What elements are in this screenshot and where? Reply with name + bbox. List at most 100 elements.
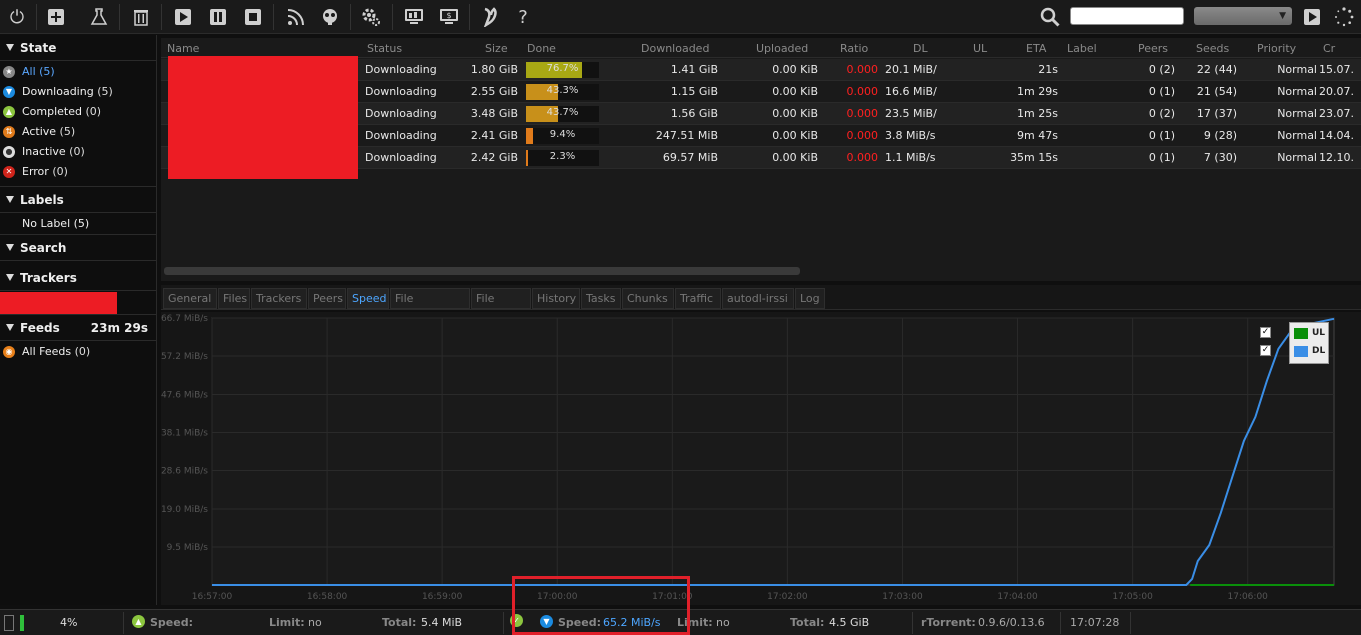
- cell-uploaded: 0.00 KiB: [772, 85, 818, 98]
- labels-header[interactable]: Labels: [0, 187, 156, 213]
- tab-history[interactable]: History: [532, 288, 580, 309]
- cell-seeds: 7 (30): [1203, 151, 1237, 164]
- search-engine-select[interactable]: ▼: [1194, 7, 1292, 25]
- state-label: All: [22, 65, 36, 78]
- column-header-size[interactable]: Size: [485, 42, 508, 55]
- logo-icon[interactable]: [477, 3, 505, 31]
- column-header-done[interactable]: Done: [527, 42, 556, 55]
- state-count: (0): [85, 105, 102, 118]
- ul-series-checkbox[interactable]: ✓: [1260, 327, 1271, 338]
- trash-icon[interactable]: [127, 3, 155, 31]
- column-header-ratio[interactable]: Ratio: [840, 42, 868, 55]
- plugin-icon[interactable]: [316, 3, 344, 31]
- column-header-priority[interactable]: Priority: [1257, 42, 1296, 55]
- state-title: State: [20, 41, 57, 55]
- cell-dl: 3.8 MiB/s: [885, 129, 936, 142]
- state-item-all[interactable]: ★ All (5): [0, 62, 156, 82]
- cell-ratio: 0.000: [846, 107, 879, 120]
- column-header-dl[interactable]: DL: [913, 42, 928, 55]
- state-item-downloading[interactable]: ▼ Downloading (5): [0, 82, 156, 102]
- pause-icon[interactable]: [204, 3, 232, 31]
- cell-eta: 1m 25s: [1017, 107, 1058, 120]
- monitor-alt-icon[interactable]: $: [435, 3, 463, 31]
- add-icon[interactable]: [42, 3, 70, 31]
- play-icon[interactable]: [169, 3, 197, 31]
- tab-file-manager[interactable]: File Manager: [390, 288, 470, 325]
- redacted-tracker[interactable]: [0, 292, 117, 314]
- flask-icon[interactable]: [85, 3, 113, 31]
- ul-speed-label: Speed:: [150, 616, 193, 629]
- progress-percent: 9.4%: [549, 129, 576, 140]
- horizontal-scrollbar[interactable]: [164, 267, 800, 275]
- state-item-active[interactable]: ⇅ Active (5): [0, 122, 156, 142]
- cell-status: Downloading: [365, 151, 437, 164]
- column-header-downloaded[interactable]: Downloaded: [641, 42, 709, 55]
- legend-label-dl: DL: [1312, 346, 1326, 356]
- power-icon[interactable]: ⏻: [3, 3, 31, 31]
- tab-files[interactable]: Files: [218, 288, 250, 309]
- play-small-icon[interactable]: [1298, 3, 1326, 31]
- tab-log[interactable]: Log: [795, 288, 825, 309]
- cell-eta: 9m 47s: [1017, 129, 1058, 142]
- progress-bar: 9.4%: [526, 128, 599, 144]
- state-header[interactable]: State: [0, 35, 156, 61]
- state-item-inactive[interactable]: ● Inactive (0): [0, 142, 156, 162]
- state-label: Inactive: [22, 145, 66, 158]
- tab-general[interactable]: General: [163, 288, 217, 309]
- column-header-label[interactable]: Label: [1067, 42, 1097, 55]
- feeds-header[interactable]: Feeds 23m 29s: [0, 315, 156, 341]
- help-icon[interactable]: ?: [509, 3, 537, 31]
- column-header-name[interactable]: Name: [167, 42, 199, 55]
- state-item-error[interactable]: ✕ Error (0): [0, 162, 156, 182]
- cell-downloaded: 1.41 GiB: [670, 63, 718, 76]
- tab-file-share[interactable]: File Share: [471, 288, 531, 325]
- cpu-meter-bar: [20, 615, 24, 631]
- tab-chunks[interactable]: Chunks: [622, 288, 674, 309]
- cell-created: 20.07.: [1319, 85, 1354, 98]
- column-header-eta[interactable]: ETA: [1026, 42, 1046, 55]
- x-tick-label: 16:59:00: [422, 592, 463, 602]
- ul-limit-label[interactable]: Limit:: [269, 616, 305, 629]
- cell-uploaded: 0.00 KiB: [772, 129, 818, 142]
- search-header[interactable]: Search: [0, 235, 156, 261]
- state-count: (0): [52, 165, 68, 178]
- column-header-seeds[interactable]: Seeds: [1196, 42, 1229, 55]
- settings-icon[interactable]: [357, 3, 385, 31]
- tab-autodl-irssi[interactable]: autodl-irssi: [722, 288, 794, 309]
- tab-traffic[interactable]: Traffic: [675, 288, 721, 309]
- monitor-icon[interactable]: [400, 3, 428, 31]
- state-item-completed[interactable]: ▲ Completed (0): [0, 102, 156, 122]
- label-item-no-label[interactable]: No Label (5): [0, 213, 156, 235]
- column-header-peers[interactable]: Peers: [1138, 42, 1168, 55]
- feed-count: (0): [74, 345, 91, 358]
- search-title: Search: [20, 241, 67, 255]
- star-icon: ★: [3, 66, 15, 78]
- redacted-names: [168, 56, 358, 179]
- feed-item-all[interactable]: ◉ All Feeds (0): [0, 342, 156, 362]
- cell-seeds: 17 (37): [1196, 107, 1237, 120]
- ul-limit-value[interactable]: no: [308, 616, 322, 629]
- cpu-percent: 4%: [60, 616, 78, 629]
- tab-peers[interactable]: Peers: [308, 288, 346, 309]
- cell-seeds: 9 (28): [1203, 129, 1237, 142]
- tab-tasks[interactable]: Tasks: [581, 288, 621, 309]
- cell-priority: Normal: [1277, 107, 1317, 120]
- column-header-uploaded[interactable]: Uploaded: [756, 42, 808, 55]
- tab-trackers[interactable]: Trackers: [251, 288, 307, 309]
- rss-icon[interactable]: [282, 3, 310, 31]
- cell-status: Downloading: [365, 107, 437, 120]
- column-header-status[interactable]: Status: [367, 42, 402, 55]
- search-icon[interactable]: [1036, 3, 1064, 31]
- stop-icon[interactable]: [239, 3, 267, 31]
- search-input[interactable]: [1070, 7, 1184, 25]
- trackers-header[interactable]: Trackers: [0, 265, 156, 291]
- y-tick-label: 28.6 MiB/s: [161, 467, 208, 477]
- column-header-created[interactable]: Cr: [1323, 42, 1335, 55]
- tab-speed[interactable]: Speed: [347, 288, 389, 309]
- dl-limit-value[interactable]: no: [716, 616, 730, 629]
- legend-swatch-ul: [1294, 328, 1308, 339]
- column-header-ul[interactable]: UL: [973, 42, 987, 55]
- dl-series-checkbox[interactable]: ✓: [1260, 345, 1271, 356]
- status-separator: [503, 612, 504, 634]
- cell-status: Downloading: [365, 129, 437, 142]
